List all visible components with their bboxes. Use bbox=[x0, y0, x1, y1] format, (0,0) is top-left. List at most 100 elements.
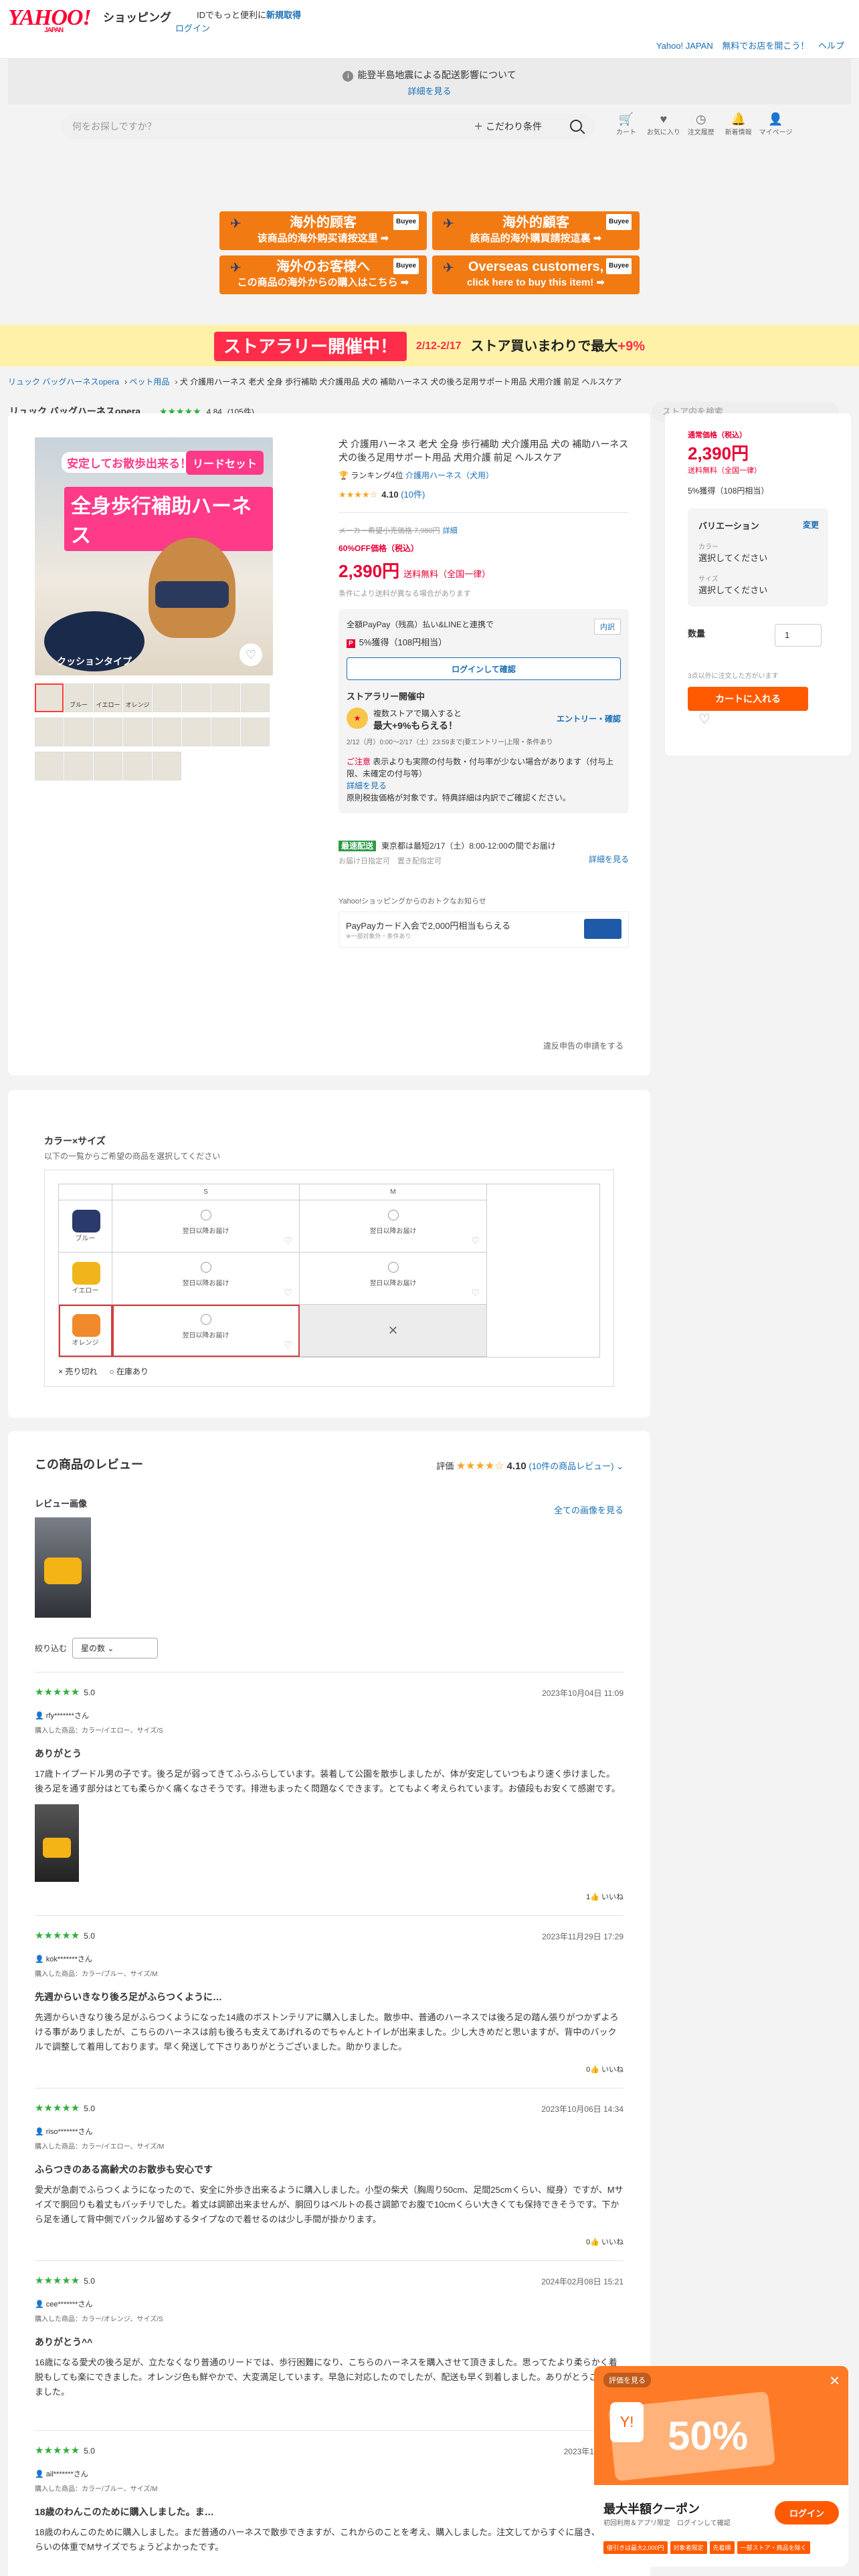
mypage-nav[interactable]: 👤 マイページ bbox=[759, 112, 793, 136]
review-item: ★★★★★ 5.0 2023年10月04日 11:09 👤 rfy*******さん購… bbox=[35, 1672, 624, 1902]
thumbnail[interactable] bbox=[241, 718, 270, 746]
like-button[interactable]: 0 bbox=[35, 2409, 624, 2417]
shopping-bag-icon: Y! bbox=[610, 2402, 644, 2442]
points-detail-button[interactable]: 内訳 bbox=[594, 619, 621, 635]
report-link[interactable]: 違反申告の申請をする bbox=[543, 1040, 624, 1051]
breadcrumb-store[interactable]: リュック バッグハーネスopera bbox=[8, 377, 119, 387]
size-select[interactable]: 選択してください bbox=[698, 583, 818, 596]
variation-cell[interactable]: 翌日以降お届け ♡ bbox=[300, 1253, 487, 1305]
news-nav[interactable]: 🔔 新着情報 bbox=[721, 112, 756, 136]
yahoo-logo[interactable]: YAHOO! JAPAN bbox=[8, 5, 92, 34]
search-icon[interactable] bbox=[570, 120, 582, 132]
close-icon[interactable]: ✕ bbox=[829, 2373, 840, 2389]
variation-table: S M ブルー 翌日以降お届け ♡ 翌日以降お届け ♡ イエロー 翌日以降お届け ♡ 翌日以降お届け… bbox=[44, 1170, 614, 1387]
thumbnail[interactable]: オレンジ bbox=[123, 683, 152, 712]
help-link[interactable]: ヘルプ bbox=[818, 41, 844, 51]
nav-icons: 🛒 カート ♥ お気に入り ◷ 注文履歴 🔔 新着情報 👤 マイページ bbox=[609, 112, 793, 136]
heart-icon[interactable]: ♡ bbox=[471, 1235, 480, 1247]
coupon-login-button[interactable]: ログイン bbox=[774, 2501, 839, 2525]
caution-link[interactable]: 詳細を見る bbox=[347, 781, 387, 790]
heart-icon[interactable]: ♡ bbox=[284, 1287, 292, 1299]
paypay-card-promo[interactable]: PayPayカード入会で2,000円相当もらえる ※一部対象外・条件あり bbox=[339, 911, 629, 948]
like-button[interactable]: 0👍 いいね bbox=[35, 2236, 624, 2247]
product-main-image[interactable]: 安定してお散歩出来る！ リードセット 全身歩行補助ハーネス クッションタイプ ♡ bbox=[35, 437, 273, 675]
signup-link[interactable]: 新規取得 bbox=[266, 10, 301, 20]
variation-radio[interactable] bbox=[387, 1262, 399, 1273]
thumbnail[interactable] bbox=[64, 752, 93, 780]
breadcrumb-category[interactable]: ペット用品 bbox=[129, 377, 169, 387]
thumbnail[interactable] bbox=[94, 752, 122, 780]
search-input[interactable]: 何をお探しですか？ ＋ こだわり条件 bbox=[60, 114, 595, 139]
store-rally-banner[interactable]: ストアラリー開催中！ 2/12-2/17 ストア買いまわりで最大+9% bbox=[0, 325, 859, 366]
notice-link[interactable]: 詳細を見る bbox=[8, 84, 851, 97]
thumbnail[interactable] bbox=[94, 718, 122, 746]
variation-change-button[interactable]: 変更 bbox=[803, 519, 819, 530]
thumbnail[interactable]: イエロー bbox=[94, 683, 122, 712]
thumbnail[interactable] bbox=[153, 718, 181, 746]
thumbnail[interactable] bbox=[182, 683, 211, 712]
review-section: この商品のレビュー 評価 ★★★★☆ 4.10 (10件の商品レビュー) ⌄ レビ… bbox=[8, 1431, 650, 2576]
variation-cell[interactable]: 翌日以降お届け ♡ bbox=[112, 1253, 300, 1305]
banner-en[interactable]: ✈ Buyee Overseas customers, click here to b… bbox=[432, 255, 640, 294]
variation-radio[interactable] bbox=[200, 1210, 211, 1220]
rally-entry-link[interactable]: エントリー・確認 bbox=[557, 713, 621, 724]
review-photo[interactable] bbox=[35, 1804, 79, 1882]
coupon-title: 最大半額クーポン bbox=[603, 2502, 700, 2516]
review-item: ★★★★★ 5.0 2023年10月06日 14:34 👤 riso*******さん… bbox=[35, 2088, 624, 2247]
price-detail-link[interactable]: 詳細 bbox=[443, 527, 458, 535]
heart-icon[interactable]: ♡ bbox=[471, 1287, 480, 1299]
ranking-category-link[interactable]: 介護用ハーネス（犬用） bbox=[405, 471, 494, 480]
user-icon: 👤 bbox=[768, 112, 783, 126]
variation-cell[interactable]: 翌日以降お届け ♡ bbox=[112, 1305, 300, 1357]
thumbnail[interactable] bbox=[35, 683, 64, 712]
variation-radio[interactable] bbox=[200, 1262, 211, 1273]
plane-icon: ✈ bbox=[443, 261, 454, 276]
shopping-title[interactable]: ショッピング bbox=[103, 8, 171, 25]
yahoo-japan-link[interactable]: Yahoo! JAPAN bbox=[656, 41, 713, 51]
thumbnail[interactable] bbox=[123, 718, 152, 746]
heart-icon[interactable]: ♡ bbox=[284, 1339, 292, 1351]
heart-icon[interactable]: ♡ bbox=[284, 1235, 292, 1247]
all-images-link[interactable]: 全ての画像を見る bbox=[554, 1503, 624, 1516]
thumbnail[interactable] bbox=[153, 752, 181, 780]
thumbnail[interactable] bbox=[64, 718, 93, 746]
open-store-link[interactable]: 無料でお店を開こう！ bbox=[722, 41, 809, 51]
thumbnail[interactable] bbox=[35, 718, 64, 746]
thumbnail[interactable] bbox=[153, 683, 181, 712]
variation-radio[interactable] bbox=[200, 1314, 211, 1325]
variation-cell[interactable]: 翌日以降お届け ♡ bbox=[300, 1200, 487, 1253]
thumbnail[interactable] bbox=[211, 718, 240, 746]
banner-ja[interactable]: ✈ Buyee 海外のお客様へ この商品の海外からの購入はこちら ➡ bbox=[219, 255, 427, 294]
quantity-input[interactable]: 1 bbox=[775, 624, 822, 647]
history-nav[interactable]: ◷ 注文履歴 bbox=[684, 112, 719, 136]
variation-radio[interactable] bbox=[387, 1210, 399, 1220]
star-filter-select[interactable]: 星の数 ⌄ bbox=[72, 1638, 159, 1658]
review-stars: ★★★★★ bbox=[35, 2275, 80, 2286]
add-to-cart-button[interactable]: カートに入れる bbox=[688, 687, 808, 711]
banner-zh-tw[interactable]: ✈ Buyee 海外的顧客 該商品的海外購買請按這裏 ➡ bbox=[432, 211, 640, 250]
banner-zh-cn[interactable]: ✈ Buyee 海外的顾客 该商品的海外购买请按这里 ➡ bbox=[219, 211, 427, 250]
product-rating[interactable]: ★★★★☆ 4.10 (10件) bbox=[339, 488, 629, 500]
like-button[interactable]: 0👍 いいね bbox=[35, 2064, 624, 2074]
soldout-cell: × bbox=[300, 1305, 487, 1357]
thumbnail[interactable] bbox=[182, 718, 211, 746]
favorite-heart-icon[interactable]: ♡ bbox=[240, 643, 262, 666]
color-select[interactable]: 選択してください bbox=[698, 551, 818, 564]
coupon-chip: 対象者限定 bbox=[670, 2541, 707, 2554]
thumbnail[interactable]: ブルー bbox=[64, 683, 93, 712]
review-summary[interactable]: 評価 ★★★★☆ 4.10 (10件の商品レビュー) ⌄ bbox=[436, 1459, 624, 1473]
login-link[interactable]: ログイン bbox=[175, 21, 210, 34]
login-check-button[interactable]: ログインして確認 bbox=[347, 657, 621, 680]
delivery-detail-link[interactable]: 詳細を見る bbox=[589, 853, 629, 865]
thumbnail[interactable] bbox=[241, 683, 270, 712]
thumbnail[interactable] bbox=[211, 683, 240, 712]
cart-nav[interactable]: 🛒 カート bbox=[609, 112, 644, 136]
advanced-search-button[interactable]: ＋ こだわり条件 bbox=[474, 114, 542, 139]
review-image[interactable] bbox=[35, 1517, 91, 1618]
like-button[interactable]: 1👍 いいね bbox=[35, 1891, 624, 1902]
variation-cell[interactable]: 翌日以降お届け ♡ bbox=[112, 1200, 300, 1253]
favorites-nav[interactable]: ♥ お気に入り bbox=[646, 112, 681, 136]
thumbnail[interactable] bbox=[123, 752, 152, 780]
favorite-heart-icon[interactable]: ♡ bbox=[698, 711, 710, 728]
thumbnail[interactable] bbox=[35, 752, 64, 780]
